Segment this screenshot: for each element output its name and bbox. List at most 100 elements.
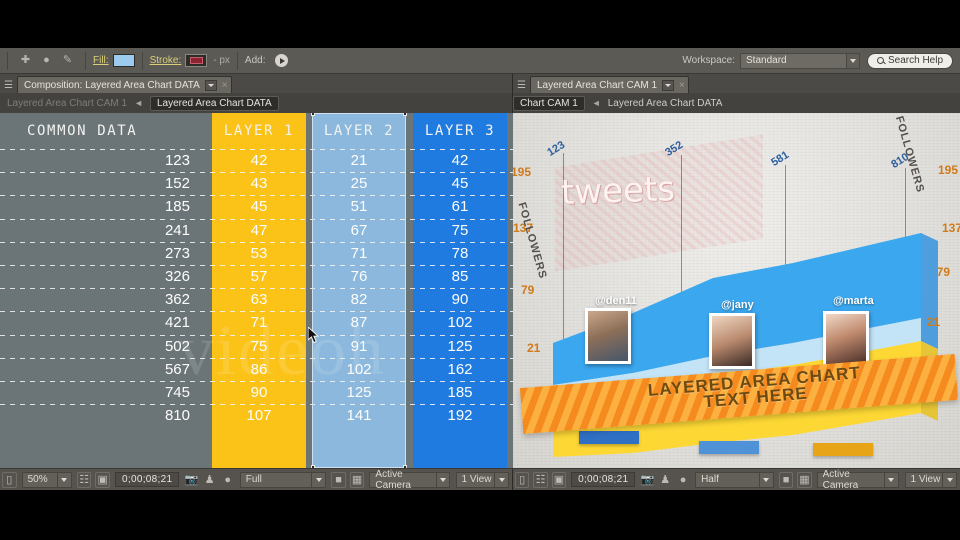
left-axis-num-21: 21 [527, 341, 541, 355]
tab-dropdown-icon-right[interactable] [662, 79, 675, 91]
transparency-grid-icon-right[interactable]: ▦ [797, 471, 812, 488]
zoom-select[interactable]: 50% [21, 471, 72, 488]
close-icon[interactable]: × [222, 80, 228, 91]
ellipse-tool-icon[interactable]: ● [38, 52, 55, 69]
tab-dropdown-icon[interactable] [204, 79, 217, 91]
cell-common: 362 [164, 291, 190, 309]
add-menu-icon[interactable] [274, 54, 288, 67]
resolution-select-right[interactable]: Half [695, 471, 774, 488]
tab-composition-cam1[interactable]: Layered Area Chart CAM 1 × [529, 76, 689, 93]
composition-viewer-cam1[interactable]: 123 352 581 810 tweets @den11 @jany @mar… [513, 113, 960, 468]
view-layout-value: 1 View [461, 474, 492, 485]
grid-guides-icon[interactable]: ☷ [76, 471, 92, 488]
table-row[interactable]: 185 45 51 61 [0, 195, 513, 218]
cell-common: 326 [164, 268, 190, 286]
tab-composition-data[interactable]: Composition: Layered Area Chart DATA × [16, 76, 232, 93]
cell-common: 502 [164, 337, 190, 355]
search-help-placeholder: Search Help [888, 55, 944, 66]
view-layout-value-right: 1 View [910, 474, 941, 485]
close-icon-right[interactable]: × [679, 80, 685, 91]
right-timecode[interactable]: 0;00;08;21 [571, 472, 636, 487]
transparency-grid-icon[interactable]: ▦ [349, 471, 365, 488]
always-preview-icon[interactable]: ▯ [2, 471, 17, 488]
left-timecode[interactable]: 0;00;08;21 [115, 472, 180, 487]
chevron-down-icon-cam[interactable] [435, 472, 449, 487]
cell-layer3: 85 [451, 268, 469, 286]
camera-value-right: Active Camera [822, 468, 859, 491]
table-row[interactable]: 273 53 71 78 [0, 241, 513, 265]
anchor-point-tool-icon[interactable]: ✚ [17, 52, 34, 69]
panel-menu-icon-right[interactable]: ☰ [517, 80, 526, 91]
table-row[interactable]: 362 63 82 90 [0, 288, 513, 311]
always-preview-icon-right[interactable]: ▯ [515, 471, 530, 488]
chevron-down-icon-zoom[interactable] [56, 472, 71, 487]
workspace-select[interactable]: Standard [740, 52, 860, 69]
workspace-label: Workspace: [682, 55, 735, 66]
snapshot-camera-icon-right[interactable]: 📷 [640, 472, 654, 488]
stroke-width-value[interactable]: - px [213, 55, 230, 66]
breadcrumb-chip-right[interactable]: Chart CAM 1 [513, 95, 585, 111]
show-snapshot-icon-right[interactable]: ♟ [658, 472, 672, 488]
panel-menu-icon[interactable]: ☰ [4, 80, 13, 91]
table-row[interactable]: 421 71 87 102 [0, 311, 513, 334]
table-row[interactable]: 152 43 25 45 [0, 172, 513, 195]
table-row[interactable]: 810 107 141 192 [0, 404, 513, 427]
chevron-down-icon-res[interactable] [311, 472, 325, 487]
breadcrumb-current[interactable]: Layered Area Chart DATA [149, 95, 279, 111]
cell-layer2: 76 [350, 268, 368, 286]
grid-guides-icon-right[interactable]: ☷ [533, 471, 548, 488]
chevron-down-icon-view-right[interactable] [942, 472, 956, 487]
pen-tool-icon[interactable]: ✎ [59, 52, 76, 69]
avatar-jany [709, 313, 755, 369]
right-axis-num-21: 21 [926, 315, 940, 329]
cell-layer1: 57 [250, 268, 268, 286]
table-row[interactable]: 326 57 76 85 [0, 264, 513, 288]
stroke-swatch[interactable] [185, 54, 208, 67]
cell-layer1: 45 [250, 198, 268, 216]
region-target-icon[interactable]: ■ [331, 471, 346, 488]
cell-layer1: 47 [250, 221, 268, 239]
left-breadcrumb: Layered Area Chart CAM 1 ◄ Layered Area … [0, 93, 513, 113]
camera-select-right[interactable]: Active Camera [816, 468, 899, 491]
cell-layer1: 63 [250, 291, 268, 309]
channel-rgb-icon-right[interactable]: ● [676, 472, 690, 488]
region-target-icon-right[interactable]: ■ [778, 471, 794, 488]
after-effects-window: ✚ ● ✎ Fill: Stroke: - px Add: Workspace:… [0, 0, 960, 540]
chevron-down-icon-cam-right[interactable] [884, 472, 897, 487]
cell-layer3: 61 [451, 198, 469, 216]
camera-select[interactable]: Active Camera [369, 468, 450, 491]
column-header-layer2: LAYER 2 [323, 123, 395, 139]
breadcrumb-parent[interactable]: Layered Area Chart CAM 1 [7, 98, 127, 109]
cell-layer2: 91 [350, 337, 368, 355]
channel-rgb-icon[interactable]: ● [221, 472, 235, 488]
view-layout-select-right[interactable]: 1 View [904, 471, 958, 488]
resolution-select[interactable]: Full [239, 471, 327, 488]
breadcrumb-parent-right[interactable]: Layered Area Chart DATA [608, 98, 723, 109]
table-row[interactable]: 241 47 67 75 [0, 218, 513, 242]
cell-common: 810 [164, 407, 190, 425]
cell-layer2: 67 [350, 221, 368, 239]
chevron-down-icon[interactable] [846, 53, 859, 68]
region-of-interest-icon[interactable]: ▣ [95, 471, 111, 488]
table-row[interactable]: 745 90 125 185 [0, 380, 513, 404]
chevron-down-icon-res-right[interactable] [758, 472, 773, 487]
view-layout-select[interactable]: 1 View [455, 471, 510, 488]
show-snapshot-icon[interactable]: ♟ [202, 472, 216, 488]
search-help-input[interactable]: Search Help [867, 52, 953, 69]
table-row[interactable]: 123 42 21 42 [0, 149, 513, 172]
right-panel-tabbar: ☰ Layered Area Chart CAM 1 × [513, 74, 960, 93]
camera-value: Active Camera [375, 468, 411, 491]
avatar-den11 [585, 308, 631, 364]
region-of-interest-icon-right[interactable]: ▣ [551, 471, 567, 488]
resolution-value-right: Half [701, 474, 719, 485]
right-axis-num-137: 137 [941, 221, 960, 235]
fill-swatch[interactable] [112, 54, 135, 67]
zoom-value: 50% [27, 474, 48, 485]
table-row[interactable]: 567 86 102 162 [0, 357, 513, 381]
composition-viewer-data[interactable]: COMMON DATA LAYER 1 LAYER 2 LAYER 3 123 4… [0, 113, 513, 468]
table-row[interactable]: 502 75 91 125 [0, 334, 513, 358]
snapshot-camera-icon[interactable]: 📷 [184, 472, 199, 488]
chevron-down-icon-view[interactable] [494, 472, 508, 487]
main-toolbar: ✚ ● ✎ Fill: Stroke: - px Add: Workspace:… [0, 48, 960, 74]
left-axis-num-195: 195 [513, 165, 532, 179]
